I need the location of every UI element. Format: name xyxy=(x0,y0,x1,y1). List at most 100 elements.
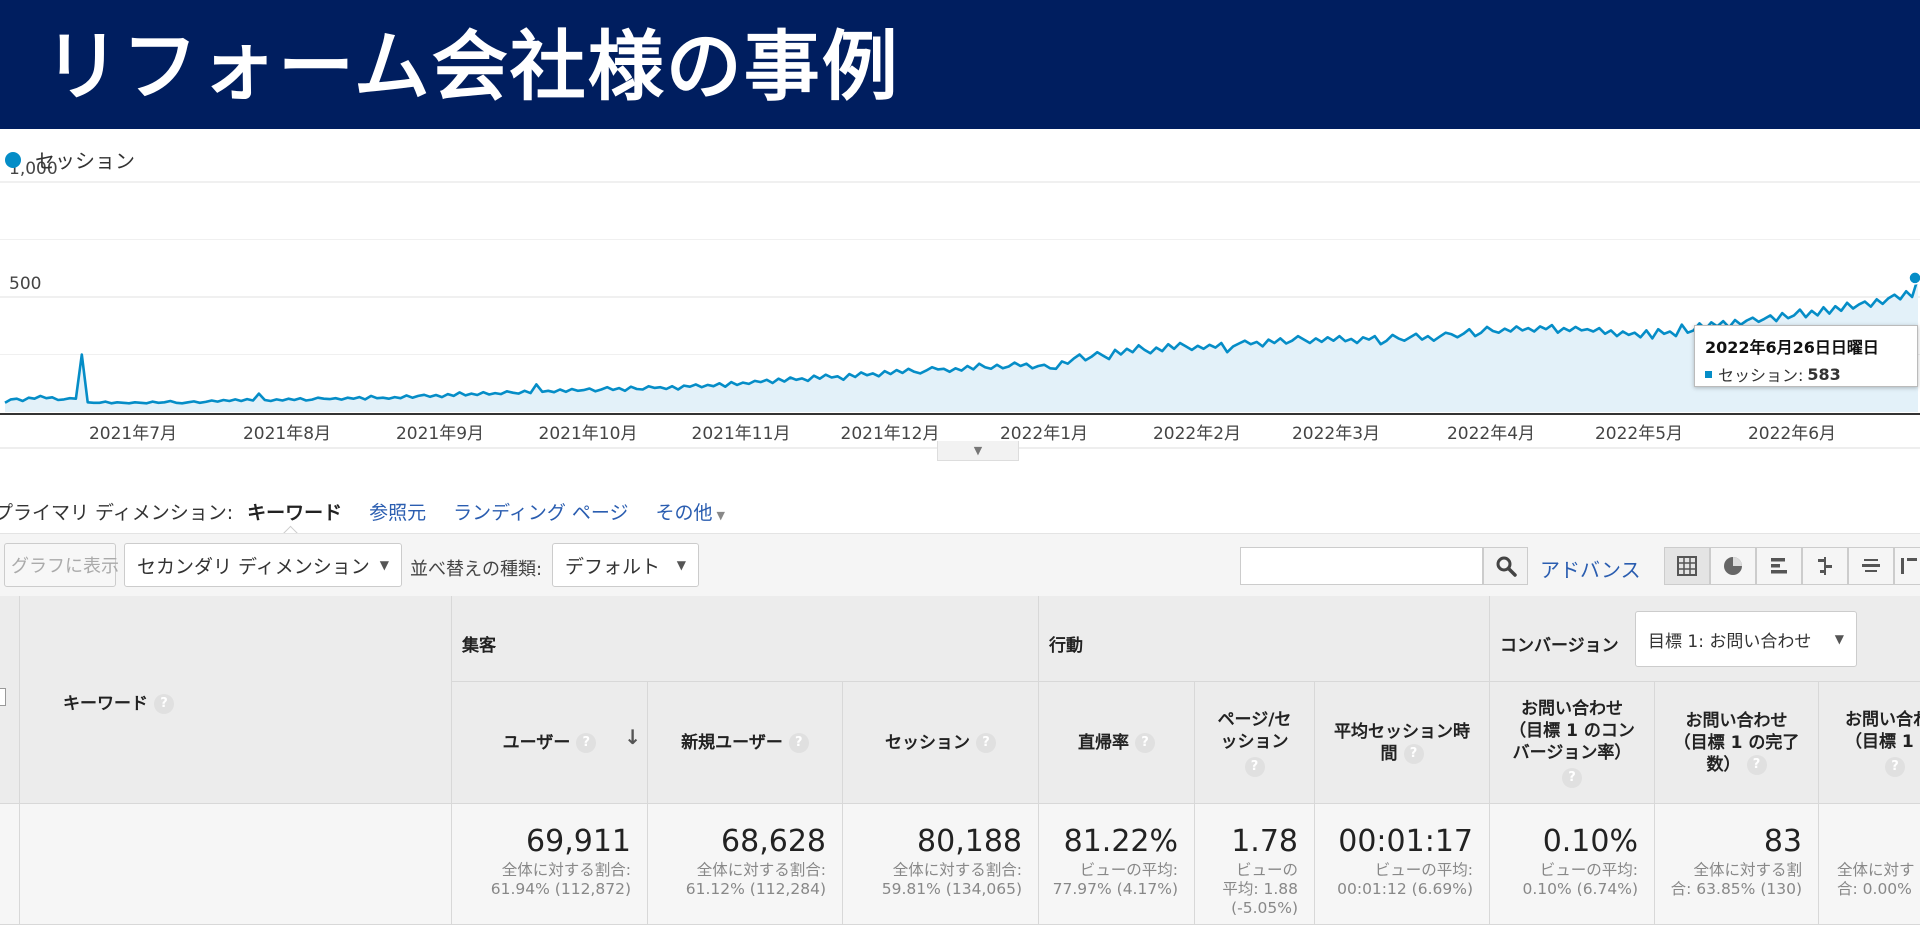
summary-users-sub-line1: 全体に対する割合: xyxy=(501,861,631,879)
x-tick-label: 2021年11月 xyxy=(692,424,791,444)
chart-legend[interactable]: セッション xyxy=(5,145,135,174)
summary-pages-per-session-cell: 1.78 ビューの 平均: 1.88 (-5.05%) xyxy=(1195,804,1315,925)
new-users-column-header[interactable]: 新規ユーザー? xyxy=(648,682,843,804)
primary-dimension-bar: プライマリ ディメンション: キーワード 参照元 ランディング ページ その他 ▼ xyxy=(0,497,725,525)
summary-pages-per-session-sub: ビューの 平均: 1.88 (-5.05%) xyxy=(1222,861,1298,918)
percentage-view-button[interactable] xyxy=(1710,547,1756,585)
dimension-link-other[interactable]: その他 ▼ xyxy=(656,498,725,525)
chevron-down-icon: ▼ xyxy=(379,558,389,572)
x-tick-label: 2022年4月 xyxy=(1447,424,1535,444)
dimension-link-source[interactable]: 参照元 xyxy=(369,498,426,525)
summary-goal-value-sub-line1: 全体に対す xyxy=(1837,861,1915,879)
help-icon[interactable]: ? xyxy=(1746,754,1767,775)
summary-users-value: 69,911 xyxy=(526,824,631,859)
x-tick-label: 2022年2月 xyxy=(1153,424,1241,444)
goal-completions-header-line1: お問い合わせ xyxy=(1685,710,1788,731)
legend-label: セッション xyxy=(35,149,135,173)
users-column-header[interactable]: ユーザー? ↓ xyxy=(452,682,648,804)
goal-completions-column-header[interactable]: お問い合わせ （目標 1 の完了 数）? xyxy=(1655,682,1819,804)
goal-value-header-line2: （目標 1 の xyxy=(1845,731,1920,752)
behavior-group-header: 行動 xyxy=(1039,596,1490,682)
goal-value-column-header[interactable]: お問い合わ （目標 1 の ? xyxy=(1819,682,1920,804)
sessions-column-header[interactable]: セッション? xyxy=(843,682,1039,804)
help-icon[interactable]: ? xyxy=(976,732,996,753)
chart-collapse-handle[interactable]: ▼ xyxy=(937,441,1019,461)
chart-canvas: 1,0005002021年7月 2021年8月 2021年9月 2021年10月 202… xyxy=(0,159,1920,449)
summary-avg-session-duration-sub-line2: 00:01:12 (6.69%) xyxy=(1337,880,1473,898)
avg-session-duration-column-header[interactable]: 平均セッション時 間? xyxy=(1315,682,1490,804)
summary-goal-completions-sub-line2: 合: 63.85% (130) xyxy=(1670,880,1802,898)
summary-bounce-rate-sub-line2: 77.97% (4.17%) xyxy=(1052,880,1178,898)
bounce-rate-column-header[interactable]: 直帰率? xyxy=(1039,682,1195,804)
summary-sessions-sub-line1: 全体に対する割合: xyxy=(892,861,1022,879)
pages-per-session-header-line1: ページ/セ xyxy=(1217,709,1292,730)
pages-per-session-column-header[interactable]: ページ/セ ッション ? xyxy=(1195,682,1315,804)
search-icon xyxy=(1496,556,1517,577)
comparison-icon xyxy=(1818,557,1832,575)
chevron-down-icon: ▼ xyxy=(973,444,983,457)
comparison-view-button[interactable] xyxy=(1802,547,1848,585)
summary-avg-session-duration-sub-line1: ビューの平均: xyxy=(1374,861,1473,879)
sessions-header-label: セッション xyxy=(885,732,970,753)
summary-conversion-rate-value: 0.10% xyxy=(1542,824,1638,859)
acquisition-group-label: 集客 xyxy=(462,636,496,656)
table-view-button[interactable] xyxy=(1664,547,1710,585)
pages-per-session-header-line2: ッション xyxy=(1220,731,1289,752)
summary-avg-session-duration-sub: ビューの平均: 00:01:12 (6.69%) xyxy=(1337,861,1473,899)
help-icon[interactable]: ? xyxy=(1135,732,1155,753)
goal-select[interactable]: 目標 1: お問い合わせ ▼ xyxy=(1635,611,1857,667)
keyword-column-header[interactable]: キーワード? xyxy=(20,596,452,804)
plot-rows-button[interactable]: グラフに表示 xyxy=(4,543,119,587)
term-cloud-icon xyxy=(1862,559,1880,572)
banner-title: リフォーム会社様の事例 xyxy=(44,22,900,111)
x-tick-label: 2021年9月 xyxy=(396,424,484,444)
pie-chart-icon xyxy=(1724,557,1742,575)
tooltip-series-square-icon xyxy=(1705,370,1712,378)
summary-bounce-rate-sub-line1: ビューの平均: xyxy=(1079,861,1178,879)
pivot-icon xyxy=(1900,558,1917,574)
dimension-link-landing-page[interactable]: ランディング ページ xyxy=(453,498,628,525)
conversion-rate-header-line2: （目標 1 のコン xyxy=(1509,720,1635,741)
search-button[interactable] xyxy=(1483,547,1528,585)
tooltip-date: 2022年6月26日日曜日 xyxy=(1705,338,1879,357)
users-header-label: ユーザー xyxy=(502,732,571,753)
secondary-dimension-select[interactable]: セカンダリ ディメンション ▼ xyxy=(124,543,402,587)
tooltip-series-label: セッション: xyxy=(1718,366,1804,385)
help-icon[interactable]: ? xyxy=(1244,756,1265,777)
help-icon[interactable]: ? xyxy=(1403,743,1424,764)
summary-goal-completions-cell: 83 全体に対する割 合: 63.85% (130) xyxy=(1655,804,1819,925)
select-all-checkbox[interactable] xyxy=(0,688,6,706)
conversion-rate-header-line3: バージョン率） xyxy=(1512,742,1632,763)
help-icon[interactable]: ? xyxy=(576,732,597,753)
secondary-dimension-label: セカンダリ ディメンション xyxy=(137,555,370,578)
advanced-filter-link[interactable]: アドバンス xyxy=(1540,554,1641,583)
summary-pages-per-session-sub-line2: 平均: 1.88 xyxy=(1222,880,1298,898)
summary-new-users-cell: 68,628 全体に対する割合: 61.12% (112,284) xyxy=(648,804,843,925)
goal-completions-header-line3: 数） xyxy=(1706,754,1741,775)
conversion-rate-column-header[interactable]: お問い合わせ （目標 1 のコン バージョン率） ? xyxy=(1490,682,1655,804)
summary-new-users-value: 68,628 xyxy=(721,824,826,859)
pivot-view-button[interactable] xyxy=(1894,547,1920,585)
dimension-keyword-selected[interactable]: キーワード xyxy=(247,498,342,525)
summary-conversion-rate-cell: 0.10% ビューの平均: 0.10% (6.74%) xyxy=(1490,804,1655,925)
help-icon[interactable]: ? xyxy=(154,694,174,714)
new-users-header-label: 新規ユーザー xyxy=(681,732,783,753)
chevron-down-icon: ▼ xyxy=(716,508,725,522)
tooltip-row: セッション: 583 xyxy=(1705,362,1907,386)
x-tick-label: 2022年6月 xyxy=(1748,424,1836,444)
summary-goal-completions-sub-line1: 全体に対する割 xyxy=(1693,861,1802,879)
term-cloud-view-button[interactable] xyxy=(1848,547,1894,585)
grid-icon xyxy=(1677,556,1697,576)
sort-type-select[interactable]: デフォルト ▼ xyxy=(552,543,699,587)
summary-users-cell: 69,911 全体に対する割合: 61.94% (112,872) xyxy=(452,804,648,925)
help-icon[interactable]: ? xyxy=(788,732,809,753)
bounce-rate-header-label: 直帰率 xyxy=(1078,732,1129,753)
behavior-group-label: 行動 xyxy=(1049,636,1083,656)
performance-view-button[interactable] xyxy=(1756,547,1802,585)
search-input[interactable] xyxy=(1240,547,1483,585)
chevron-down-icon: ▼ xyxy=(1834,632,1844,646)
help-icon[interactable]: ? xyxy=(1562,767,1582,788)
help-icon[interactable]: ? xyxy=(1885,756,1905,777)
goal-completions-header-line2: （目標 1 の完了 xyxy=(1673,732,1800,753)
tooltip-value: 583 xyxy=(1807,364,1841,384)
